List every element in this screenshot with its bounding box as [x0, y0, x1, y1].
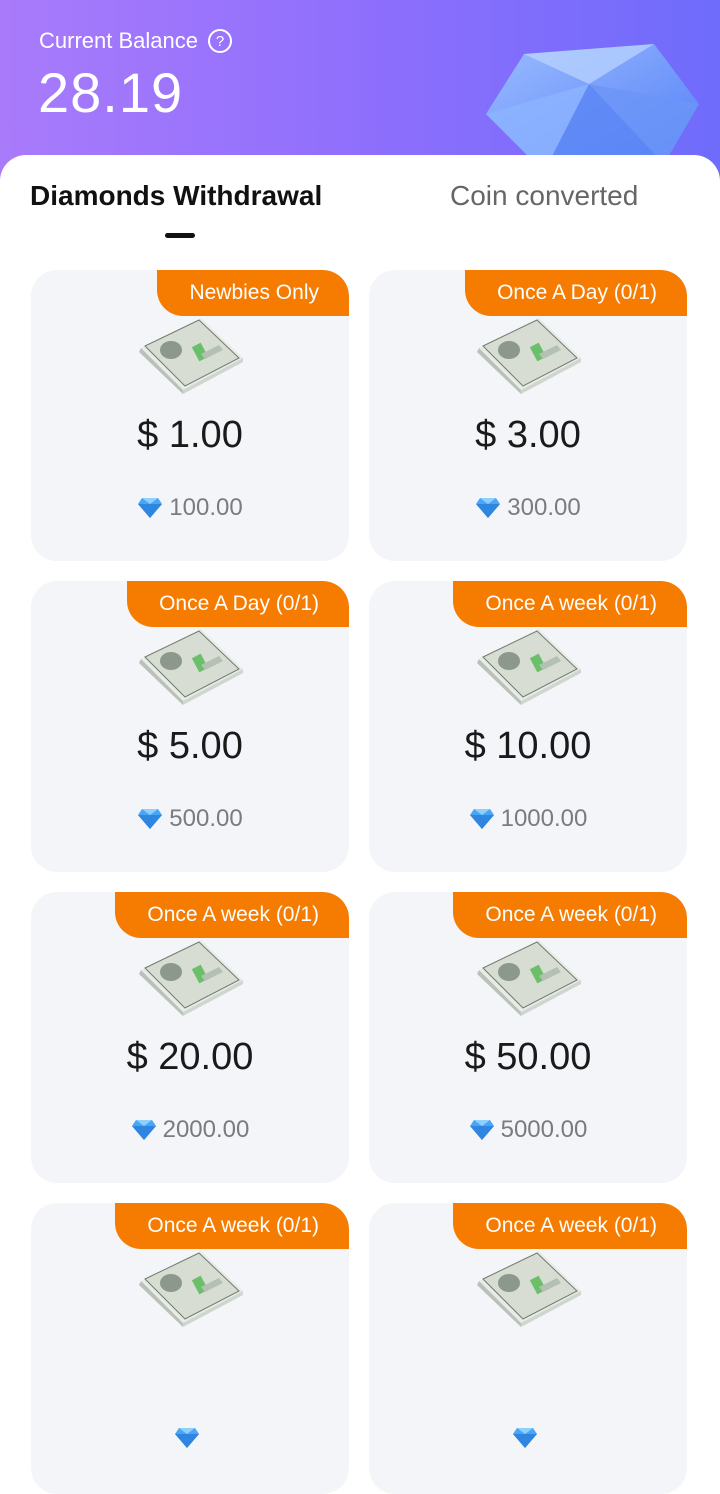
diamond-cost: 100.00: [169, 494, 243, 521]
diamond-cost-row: 300.00: [369, 494, 687, 522]
diamond-gem-icon: [131, 1120, 156, 1140]
diamond-cost-row: 100.00: [31, 494, 349, 522]
diamond-gem-icon: [513, 1428, 537, 1448]
diamond-gem-icon: [138, 498, 163, 518]
diamond-gem-icon: [175, 1428, 199, 1448]
limit-badge: Newbies Only: [157, 270, 349, 316]
diamond-cost-row: 5000.00: [369, 1116, 687, 1144]
diamond-gem-icon: [469, 1120, 494, 1140]
withdrawal-option-card[interactable]: Once A week (0/1) $ 50.00 5000.00: [369, 892, 687, 1183]
withdrawal-amount: $ 10.00: [464, 725, 592, 767]
withdrawal-option-card[interactable]: Newbies Only $ 1.00 100.00: [31, 270, 349, 561]
diamond-cost-row: [369, 1427, 687, 1449]
limit-badge: Once A week (0/1): [453, 892, 687, 938]
withdrawal-amount: $ 3.00: [475, 414, 581, 456]
withdrawal-option-card[interactable]: Once A Day (0/1) $ 5.00 500.00: [31, 581, 349, 872]
withdrawal-option-card[interactable]: Once A week (0/1): [369, 1203, 687, 1494]
limit-badge: Once A Day (0/1): [127, 581, 349, 627]
withdrawal-option-card[interactable]: Once A week (0/1) $ 20.00 2000.00: [31, 892, 349, 1183]
diamond-cost: 1000.00: [500, 805, 588, 832]
withdrawal-amount: $ 20.00: [126, 1036, 254, 1078]
limit-badge: Once A week (0/1): [453, 1203, 687, 1249]
balance-label-row: Current Balance ?: [39, 28, 232, 54]
cash-stack-icon: [477, 940, 581, 1016]
diamond-cost: 300.00: [507, 494, 581, 521]
cash-stack-icon: [139, 318, 243, 394]
cash-stack-icon: [477, 1251, 581, 1327]
diamond-cost-row: 1000.00: [369, 805, 687, 833]
diamond-cost-row: 500.00: [31, 805, 349, 833]
diamond-gem-icon: [469, 809, 494, 829]
diamond-cost-row: 2000.00: [31, 1116, 349, 1144]
withdrawal-amount: $ 5.00: [137, 725, 243, 767]
withdrawal-option-card[interactable]: Once A Day (0/1) $ 3.00 300.00: [369, 270, 687, 561]
diamond-cost-row: [31, 1427, 349, 1449]
cash-stack-icon: [139, 940, 243, 1016]
active-tab-indicator: [165, 233, 195, 238]
withdrawal-amount: $ 50.00: [464, 1036, 592, 1078]
limit-badge: Once A Day (0/1): [465, 270, 687, 316]
tab-diamonds-withdrawal[interactable]: Diamonds Withdrawal: [30, 180, 322, 212]
limit-badge: Once A week (0/1): [115, 892, 349, 938]
withdrawal-option-card[interactable]: Once A week (0/1) $ 10.00 1000.00: [369, 581, 687, 872]
diamond-gem-icon: [476, 498, 501, 518]
cash-stack-icon: [477, 318, 581, 394]
cash-stack-icon: [139, 1251, 243, 1327]
diamond-gem-icon: [138, 809, 163, 829]
limit-badge: Once A week (0/1): [115, 1203, 349, 1249]
withdrawal-amount: $ 1.00: [137, 414, 243, 456]
limit-badge: Once A week (0/1): [453, 581, 687, 627]
question-circle-icon[interactable]: ?: [207, 29, 232, 53]
diamond-cost: 500.00: [169, 805, 243, 832]
cash-stack-icon: [139, 629, 243, 705]
cash-stack-icon: [477, 629, 581, 705]
diamond-cost: 2000.00: [162, 1116, 250, 1143]
balance-value: 28.19: [38, 61, 184, 124]
diamond-cost: 5000.00: [500, 1116, 588, 1143]
withdrawal-option-card[interactable]: Once A week (0/1): [31, 1203, 349, 1494]
tab-coin-converted[interactable]: Coin converted: [450, 180, 638, 212]
balance-label: Current Balance: [39, 28, 198, 53]
